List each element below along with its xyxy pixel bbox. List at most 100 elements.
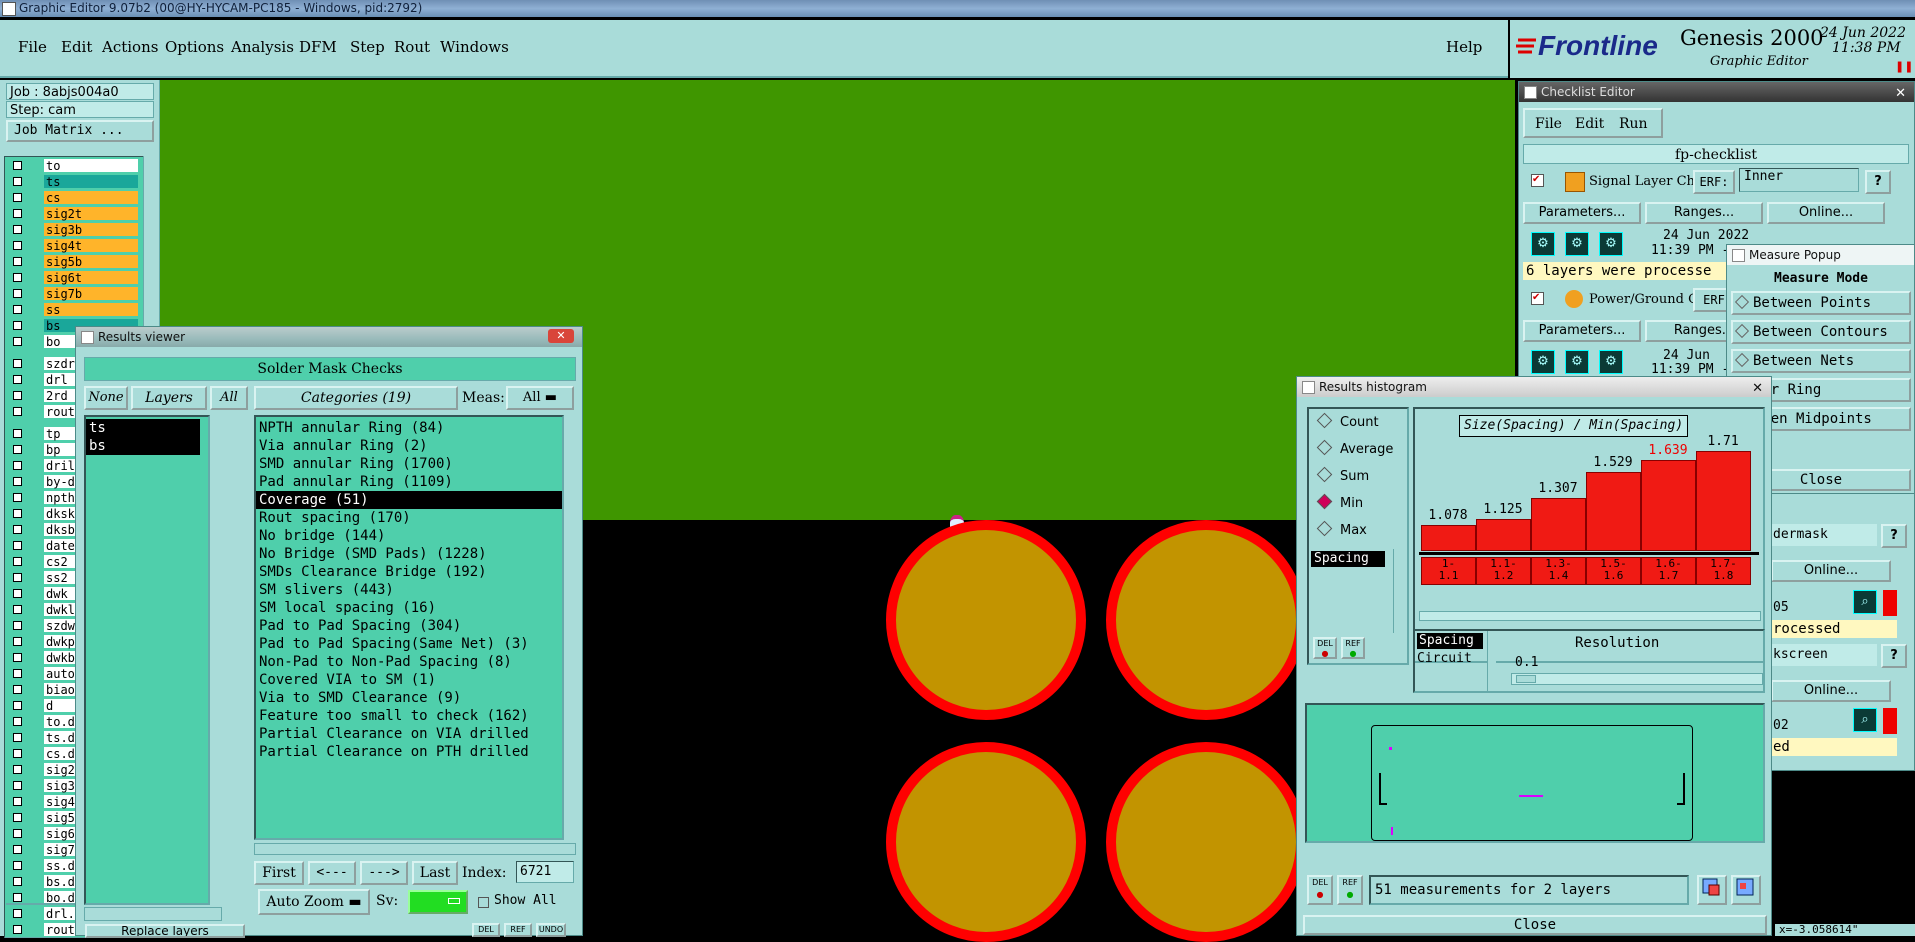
histogram-close-button[interactable]: Close xyxy=(1303,915,1767,935)
run-icon[interactable]: ⚙ xyxy=(1531,232,1555,256)
layer-name[interactable]: ts xyxy=(44,175,138,189)
category-item[interactable]: Rout spacing (170) xyxy=(256,509,562,527)
preview-pane[interactable] xyxy=(1305,703,1765,843)
layer-row[interactable]: sig4t xyxy=(13,239,138,253)
checklist-item-name[interactable]: Signal Layer Ch xyxy=(1589,174,1695,189)
run-layer-icon[interactable]: ⚙ xyxy=(1565,232,1589,256)
category-item[interactable]: Partial Clearance on PTH drilled xyxy=(256,743,562,761)
histogram-bar[interactable] xyxy=(1421,524,1476,551)
attr-spacing[interactable]: Spacing xyxy=(1417,633,1483,649)
all-button[interactable]: All xyxy=(210,386,248,410)
layer-checkbox[interactable] xyxy=(13,813,22,822)
pad-1[interactable] xyxy=(886,520,1086,720)
layer-checkbox[interactable] xyxy=(13,461,22,470)
none-button[interactable]: None xyxy=(84,386,128,410)
category-item[interactable]: Non-Pad to Non-Pad Spacing (8) xyxy=(256,653,562,671)
show-all-checkbox[interactable] xyxy=(478,897,489,908)
layer-checkbox[interactable] xyxy=(13,797,22,806)
checklist-menu-file[interactable]: File xyxy=(1535,116,1562,132)
category-item[interactable]: SMDs Clearance Bridge (192) xyxy=(256,563,562,581)
layer-checkbox[interactable] xyxy=(13,637,22,646)
category-item[interactable]: Feature too small to check (162) xyxy=(256,707,562,725)
layer-checkbox[interactable] xyxy=(13,541,22,550)
category-item[interactable]: NPTH annular Ring (84) xyxy=(256,419,562,437)
category-item[interactable]: SMD annular Ring (1700) xyxy=(256,455,562,473)
parameters-button[interactable]: Parameters... xyxy=(1523,320,1641,342)
layer-name[interactable]: sig7b xyxy=(44,287,138,301)
layer-checkbox[interactable] xyxy=(13,717,22,726)
layer-checkbox[interactable] xyxy=(13,621,22,630)
layer-checkbox[interactable] xyxy=(13,589,22,598)
layer-name[interactable]: to xyxy=(44,159,138,173)
layer-checkbox[interactable] xyxy=(13,877,22,886)
parameters-button[interactable]: Parameters... xyxy=(1523,202,1641,224)
online-button[interactable]: Online... xyxy=(1767,202,1885,224)
category-item[interactable]: Partial Clearance on VIA drilled xyxy=(256,725,562,743)
histogram-chart[interactable]: 1.078 1- 1.1 1.125 1.1- 1.2 1.307 1.3- 1.4 1.5… xyxy=(1419,434,1759,599)
layer-name[interactable]: sig3b xyxy=(44,223,138,237)
category-list-scrollbar[interactable] xyxy=(564,415,576,840)
item-checkbox[interactable]: ✔ xyxy=(1531,174,1544,187)
auto-zoom-select[interactable]: Auto Zoom ▬ xyxy=(258,889,370,915)
category-list-hscroll[interactable] xyxy=(254,843,576,855)
menu-edit[interactable]: Edit xyxy=(61,38,92,56)
layer-checkbox[interactable] xyxy=(13,391,22,400)
ref-button[interactable]: REF ● xyxy=(1337,875,1363,905)
category-item[interactable]: Coverage (51) xyxy=(256,491,562,509)
layer-results-scrollbar[interactable] xyxy=(210,415,220,905)
close-icon[interactable]: ✕ xyxy=(1752,379,1763,399)
spacing-list-item[interactable]: Spacing xyxy=(1311,551,1385,567)
first-button[interactable]: First xyxy=(254,861,304,885)
layer-checkbox[interactable] xyxy=(13,573,22,582)
layer-row[interactable]: sig2t xyxy=(13,207,138,221)
measure-titlebar[interactable]: Measure Popup xyxy=(1727,245,1914,265)
checklist-menu-edit[interactable]: Edit xyxy=(1575,116,1604,132)
menu-rout[interactable]: Rout xyxy=(394,38,430,56)
menu-dfm[interactable]: DFM xyxy=(299,38,337,56)
resolution-slider[interactable] xyxy=(1511,673,1763,685)
layer-row[interactable]: sig3b xyxy=(13,223,138,237)
zoom-icon[interactable]: ⌕ xyxy=(1853,590,1877,614)
layer-checkbox[interactable] xyxy=(13,375,22,384)
layer-checkbox[interactable] xyxy=(13,429,22,438)
menu-analysis[interactable]: Analysis xyxy=(231,38,294,56)
layers-button[interactable]: Layers xyxy=(131,386,207,410)
menu-actions[interactable]: Actions xyxy=(102,38,158,56)
prev-button[interactable]: <--- xyxy=(308,861,356,885)
help-icon[interactable]: ? xyxy=(1881,644,1907,668)
layer-checkbox[interactable] xyxy=(13,653,22,662)
erf-button[interactable]: ERF: xyxy=(1693,170,1735,194)
layer-checkbox[interactable] xyxy=(13,177,22,186)
layer-checkbox[interactable] xyxy=(13,289,22,298)
layer-row[interactable]: sig6t xyxy=(13,271,138,285)
checklist-item-name[interactable]: Power/Ground C xyxy=(1589,292,1698,307)
run-icon[interactable]: ⚙ xyxy=(1531,350,1555,374)
category-item[interactable]: No bridge (144) xyxy=(256,527,562,545)
layer-checkbox[interactable] xyxy=(13,257,22,266)
layer-checkbox[interactable] xyxy=(13,321,22,330)
del-button[interactable]: DEL ● xyxy=(1313,637,1337,659)
mode-count[interactable]: Count xyxy=(1316,412,1379,430)
mode-min[interactable]: Min xyxy=(1316,493,1363,511)
pad-3[interactable] xyxy=(886,742,1086,942)
list-item[interactable]: ts xyxy=(86,419,200,437)
checklist-titlebar[interactable]: Checklist Editor ✕ xyxy=(1519,82,1914,102)
results-viewer-titlebar[interactable]: Results viewer ✕ xyxy=(76,327,582,347)
histogram-bar[interactable] xyxy=(1531,498,1586,551)
layer-checkbox[interactable] xyxy=(13,669,22,678)
layer-checkbox[interactable] xyxy=(13,337,22,346)
attr-circuit[interactable]: Circuit xyxy=(1417,651,1472,666)
layer-checkbox[interactable] xyxy=(13,781,22,790)
del-button[interactable]: DEL ● xyxy=(1307,875,1333,905)
categories-button[interactable]: Categories (19) xyxy=(254,386,458,410)
zoom-icon[interactable]: ⌕ xyxy=(1853,708,1877,732)
layer-checkbox[interactable] xyxy=(13,407,22,416)
ref-button[interactable]: REF ● xyxy=(1341,637,1365,659)
category-list[interactable]: NPTH annular Ring (84) Via annular Ring (… xyxy=(254,415,564,840)
list-item[interactable]: bs xyxy=(86,437,200,455)
layer-checkbox[interactable] xyxy=(13,161,22,170)
ref-button[interactable]: REF xyxy=(504,923,532,937)
layer-row[interactable]: sig5b xyxy=(13,255,138,269)
layer-checkbox[interactable] xyxy=(13,925,22,934)
layer-checkbox[interactable] xyxy=(13,509,22,518)
